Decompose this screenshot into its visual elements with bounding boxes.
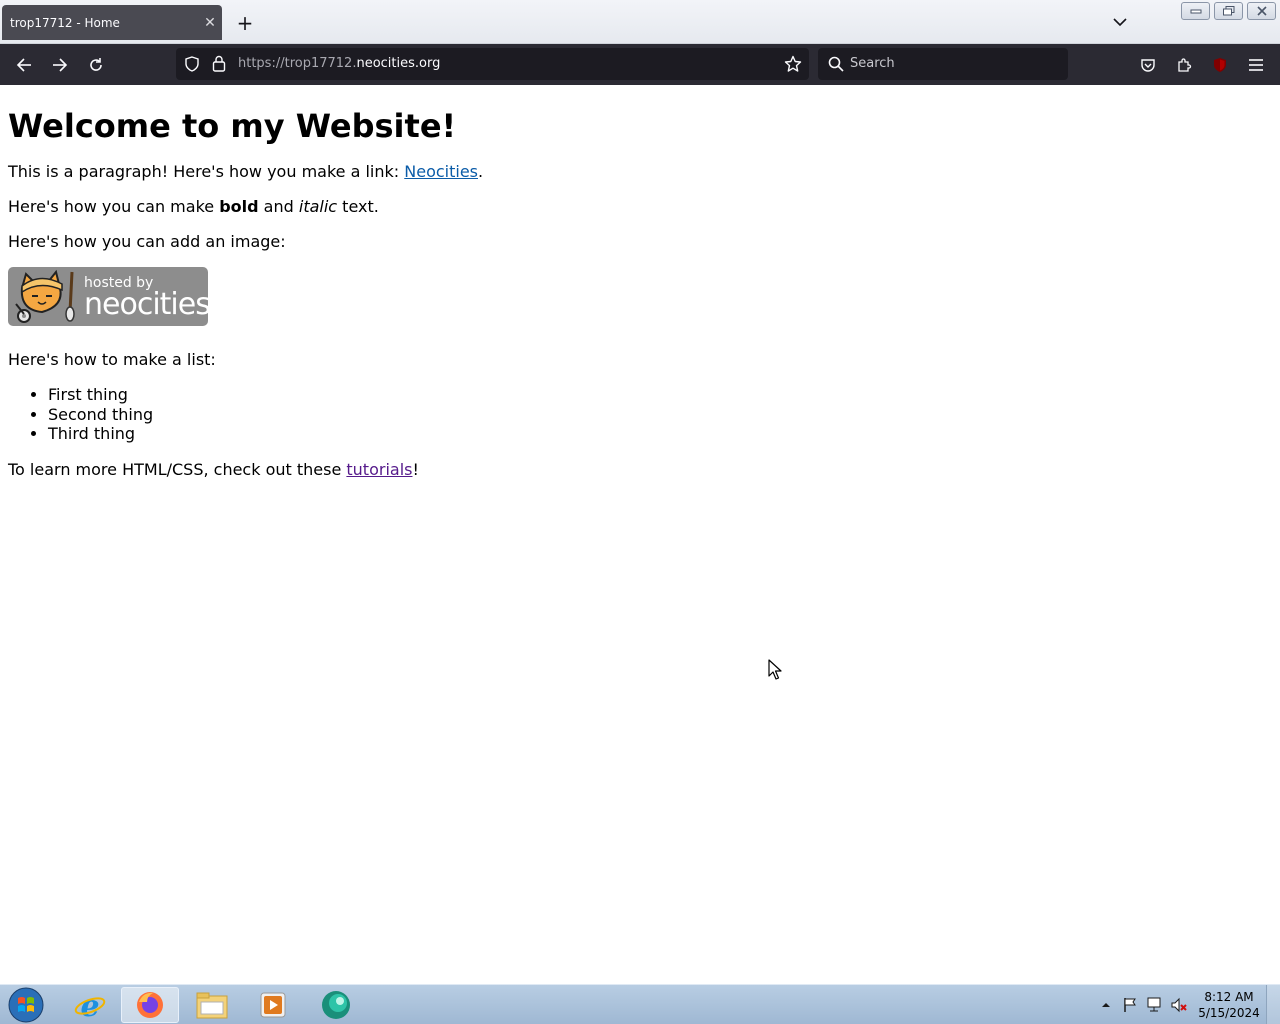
ublock-button[interactable] bbox=[1205, 50, 1235, 80]
page-content: Welcome to my Website! This is a paragra… bbox=[0, 85, 1280, 984]
paragraph-text: To learn more HTML/CSS, check out these bbox=[8, 459, 347, 479]
ublock-shield-icon bbox=[1214, 58, 1226, 72]
badge-brand-text: neocities bbox=[84, 287, 208, 322]
reload-button[interactable] bbox=[81, 50, 111, 80]
extensions-button[interactable] bbox=[1169, 50, 1199, 80]
new-tab-button[interactable]: + bbox=[232, 10, 258, 36]
url-subdomain: trop17712. bbox=[284, 56, 357, 71]
mouse-cursor-icon bbox=[768, 659, 782, 680]
chat-app-icon bbox=[322, 991, 350, 1019]
puzzle-icon bbox=[1178, 58, 1192, 72]
arrow-left-icon bbox=[16, 58, 31, 72]
paragraph-tutorials: To learn more HTML/CSS, check out these … bbox=[8, 460, 1272, 479]
system-clock[interactable]: 8:12 AM 5/15/2024 bbox=[1196, 989, 1262, 1021]
tab-home[interactable]: trop17712 - Home ✕ bbox=[2, 5, 222, 40]
internet-explorer-icon: e bbox=[74, 989, 106, 1021]
windows-start-icon bbox=[8, 987, 44, 1023]
clock-date: 5/15/2024 bbox=[1198, 1006, 1260, 1020]
paragraph-text: Here's how you can make bbox=[8, 197, 220, 216]
list-all-tabs-button[interactable] bbox=[1106, 10, 1134, 34]
clock-time: 8:12 AM bbox=[1204, 990, 1254, 1004]
restore-icon bbox=[1222, 6, 1234, 16]
taskbar-firefox[interactable] bbox=[121, 987, 179, 1023]
list-item: First thing bbox=[48, 385, 1272, 405]
start-button[interactable] bbox=[0, 987, 52, 1023]
menu-button[interactable] bbox=[1241, 50, 1271, 80]
url-domain: neocities.org bbox=[356, 56, 441, 71]
minimize-button[interactable] bbox=[1181, 2, 1210, 20]
close-icon bbox=[1256, 6, 1267, 16]
url-scheme: https:// bbox=[238, 56, 285, 71]
italic-text: italic bbox=[298, 197, 338, 216]
shield-icon[interactable] bbox=[184, 56, 200, 72]
show-desktop-button[interactable] bbox=[1266, 985, 1280, 1024]
neocities-link[interactable]: Neocities bbox=[404, 162, 478, 181]
tab-title: trop17712 - Home bbox=[10, 15, 120, 30]
paragraph-text: ! bbox=[412, 459, 419, 479]
page-title: Welcome to my Website! bbox=[8, 107, 457, 145]
firefox-icon bbox=[137, 992, 163, 1018]
folder-icon bbox=[196, 992, 228, 1019]
lock-icon[interactable] bbox=[212, 55, 226, 72]
list-item: Third thing bbox=[48, 424, 1272, 444]
close-window-button[interactable] bbox=[1247, 2, 1276, 20]
reload-icon bbox=[90, 58, 102, 71]
taskbar-media-player[interactable] bbox=[244, 987, 302, 1023]
hamburger-menu-icon bbox=[1249, 59, 1263, 71]
chevron-down-icon bbox=[1113, 18, 1127, 27]
taskbar-explorer[interactable] bbox=[183, 987, 241, 1023]
restore-button[interactable] bbox=[1214, 2, 1243, 20]
pocket-icon bbox=[1141, 59, 1155, 72]
paragraph-text: . bbox=[478, 162, 484, 181]
network-icon[interactable] bbox=[1146, 997, 1164, 1013]
volume-muted-icon[interactable] bbox=[1170, 997, 1188, 1013]
search-input[interactable]: Search bbox=[850, 56, 895, 71]
minimize-icon bbox=[1190, 9, 1201, 14]
bookmark-star-icon[interactable] bbox=[784, 55, 802, 73]
tab-strip: trop17712 - Home ✕ + bbox=[0, 0, 1280, 44]
bold-text: bold bbox=[219, 197, 259, 216]
media-player-icon bbox=[260, 992, 286, 1018]
list-item: Second thing bbox=[48, 405, 1272, 425]
paragraph-text: This is a paragraph! Here's how you make… bbox=[8, 162, 405, 181]
paragraph-list: Here's how to make a list: bbox=[8, 350, 216, 369]
paragraph-text: text. bbox=[337, 197, 379, 216]
pocket-button[interactable] bbox=[1133, 50, 1163, 80]
paragraph-text: and bbox=[258, 197, 299, 216]
url-text[interactable]: https://trop17712.neocities.org bbox=[238, 56, 440, 71]
taskbar: e 8:12 AM 5/15/2024 bbox=[0, 984, 1280, 1024]
search-bar[interactable]: Search bbox=[818, 48, 1068, 80]
close-tab-icon[interactable]: ✕ bbox=[198, 11, 222, 35]
forward-button[interactable] bbox=[45, 50, 75, 80]
tutorials-link[interactable]: tutorials bbox=[346, 460, 412, 479]
taskbar-internet-explorer[interactable]: e bbox=[61, 987, 119, 1023]
action-center-flag-icon[interactable] bbox=[1122, 997, 1138, 1013]
url-bar[interactable]: https://trop17712.neocities.org bbox=[176, 48, 809, 80]
paragraph-image: Here's how you can add an image: bbox=[8, 232, 286, 251]
arrow-right-icon bbox=[53, 58, 68, 72]
nav-toolbar: https://trop17712.neocities.org Search bbox=[0, 44, 1280, 85]
back-button[interactable] bbox=[9, 50, 39, 80]
search-icon bbox=[828, 56, 844, 72]
show-hidden-icons-icon[interactable] bbox=[1101, 1001, 1111, 1009]
neocities-cat-icon bbox=[15, 269, 75, 323]
paragraph-link: This is a paragraph! Here's how you make… bbox=[8, 162, 1272, 181]
taskbar-app[interactable] bbox=[307, 987, 365, 1023]
svg-text:e: e bbox=[80, 989, 99, 1021]
bullet-list: First thing Second thing Third thing bbox=[48, 385, 1272, 444]
paragraph-formatting: Here's how you can make bold and italic … bbox=[8, 197, 1272, 216]
hosted-by-neocities-badge[interactable]: hosted by neocities bbox=[8, 267, 208, 326]
